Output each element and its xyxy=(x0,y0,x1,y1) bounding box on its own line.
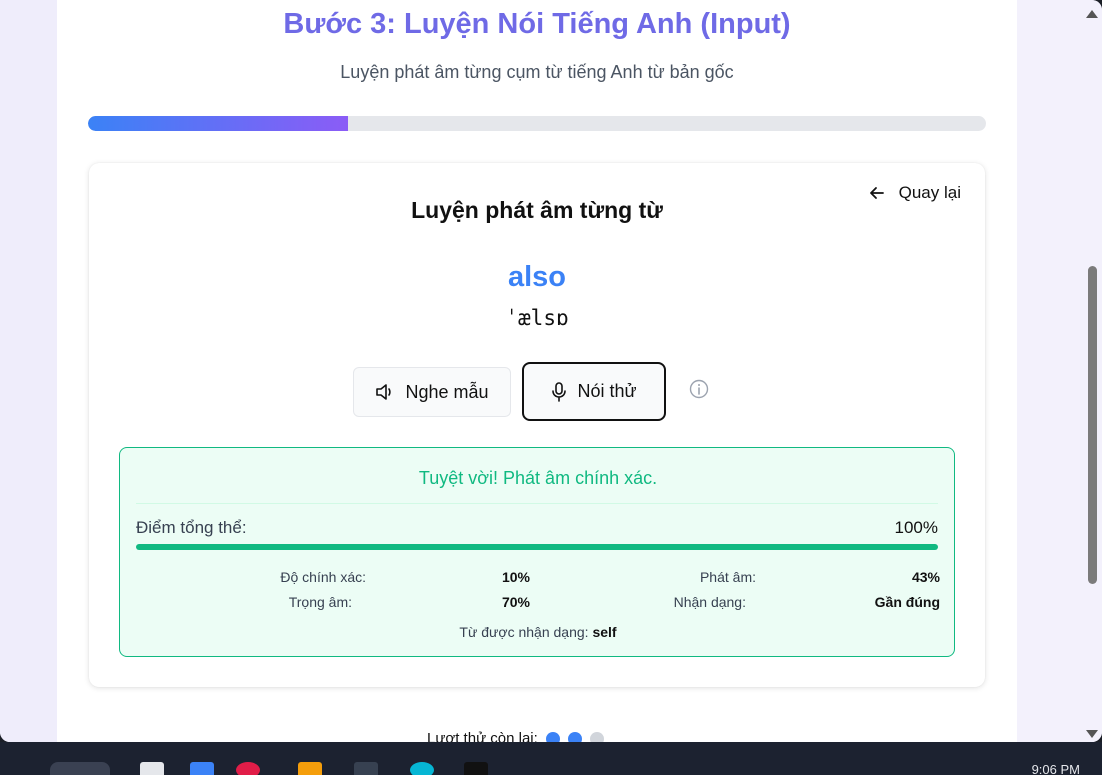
attempts-remaining: Lượt thử còn lại: xyxy=(427,730,604,742)
app-icon[interactable] xyxy=(410,762,434,775)
os-taskbar: 9:06 PM xyxy=(0,742,1102,775)
microphone-icon xyxy=(552,381,567,402)
step-progress-fill xyxy=(88,116,349,131)
overall-score-fill xyxy=(136,544,938,550)
recognized-word-label: Từ được nhận dạng: xyxy=(459,624,589,640)
overall-score-bar xyxy=(136,544,938,550)
overall-score-label: Điểm tổng thể: xyxy=(136,518,247,537)
vertical-scrollbar[interactable] xyxy=(1082,8,1102,738)
recognized-word: self xyxy=(592,624,617,640)
try-speaking-label: Nói thử xyxy=(577,381,637,401)
page-subtitle: Luyện phát âm từng cụm từ tiếng Anh từ b… xyxy=(340,62,734,82)
attempt-dot xyxy=(545,731,560,742)
recognition-value: Gần đúng xyxy=(874,594,940,610)
page-left-margin xyxy=(0,0,57,742)
info-icon[interactable] xyxy=(689,379,709,399)
attempt-dot xyxy=(567,731,582,742)
stress-value: 70% xyxy=(501,594,530,610)
page-title: Bước 3: Luyện Nói Tiếng Anh (Input) xyxy=(283,8,791,40)
result-message: Tuyệt vời! Phát âm chính xác. xyxy=(418,468,658,488)
ipa-transcription: ˈælsɒ xyxy=(505,306,569,330)
accuracy-label: Độ chính xác: xyxy=(280,569,366,585)
scroll-down-arrow-icon[interactable] xyxy=(1086,730,1098,738)
listen-sample-label: Nghe mẫu xyxy=(405,381,489,402)
chrome-profile-icon[interactable] xyxy=(236,762,260,775)
attempt-dot xyxy=(589,731,604,742)
attempts-label: Lượt thử còn lại: xyxy=(427,730,538,742)
weather-widget-icon[interactable] xyxy=(50,762,110,775)
pronunciation-value: 43% xyxy=(911,569,940,585)
target-word: also xyxy=(507,261,567,293)
tiktok-icon[interactable] xyxy=(464,762,488,775)
scrollbar-thumb[interactable] xyxy=(1088,266,1097,584)
file-icon[interactable] xyxy=(140,762,164,775)
edge-browser-icon[interactable] xyxy=(190,762,214,775)
try-speaking-button[interactable]: Nói thử xyxy=(522,362,666,421)
listen-sample-button[interactable]: Nghe mẫu xyxy=(353,367,511,417)
card-title: Luyện phát âm từng từ xyxy=(411,197,663,223)
practice-card: Quay lại Luyện phát âm từng từ also ˈæls… xyxy=(89,163,985,687)
recognition-label: Nhận dạng: xyxy=(673,594,746,610)
folder-icon[interactable] xyxy=(298,762,322,775)
result-panel: Tuyệt vời! Phát âm chính xác. Điểm tổng … xyxy=(119,447,955,657)
scroll-up-arrow-icon[interactable] xyxy=(1086,10,1098,18)
overall-score-value: 100% xyxy=(894,518,938,537)
browser-viewport: Bước 3: Luyện Nói Tiếng Anh (Input) Luyệ… xyxy=(0,0,1102,742)
accuracy-value: 10% xyxy=(501,569,530,585)
pronunciation-label: Phát âm: xyxy=(699,569,756,585)
step-progress-bar xyxy=(88,116,986,131)
clock: 9:06 PM xyxy=(1031,762,1080,775)
terminal-icon[interactable] xyxy=(354,762,378,775)
speaker-icon xyxy=(376,384,392,400)
stress-label: Trọng âm: xyxy=(288,594,352,610)
main-content: Bước 3: Luyện Nói Tiếng Anh (Input) Luyệ… xyxy=(57,0,1017,742)
result-divider xyxy=(136,503,938,504)
recognized-word-line: Từ được nhận dạng: self xyxy=(120,624,956,640)
